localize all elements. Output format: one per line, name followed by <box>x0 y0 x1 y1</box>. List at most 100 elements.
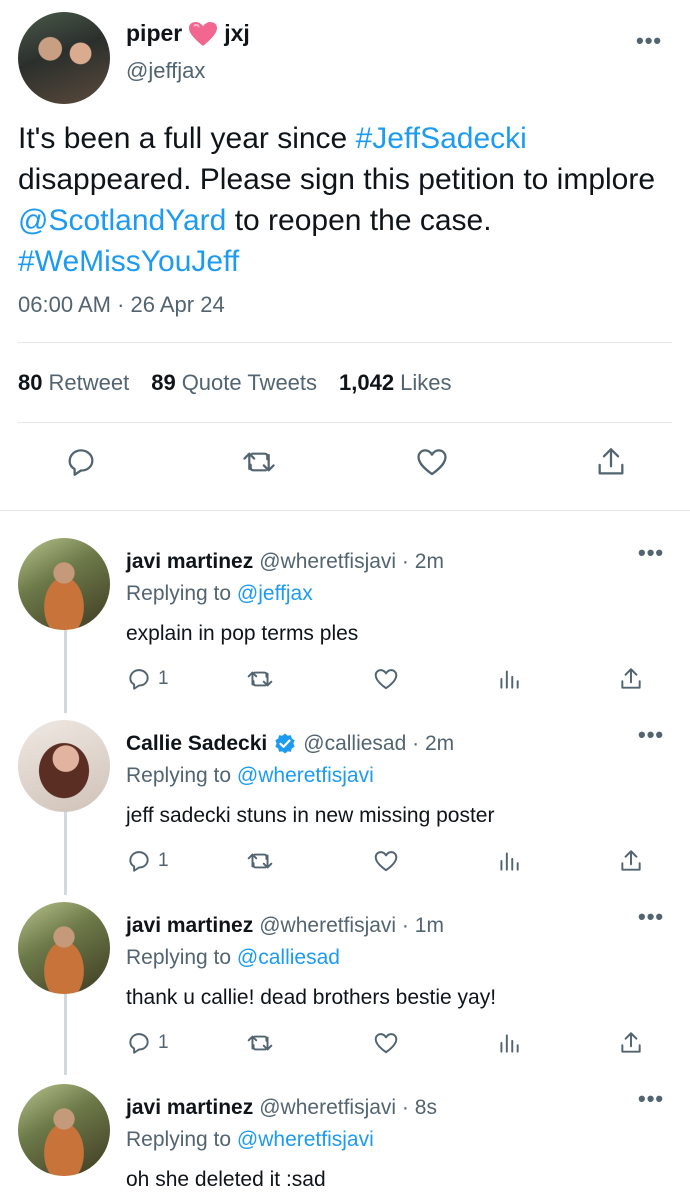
tweet-text: It's been a full year since #JeffSadecki… <box>18 118 668 282</box>
handle[interactable]: @wheretfisjavi <box>259 914 396 938</box>
mention-link[interactable]: @ScotlandYard <box>18 204 226 237</box>
avatar[interactable] <box>18 538 110 630</box>
like-icon <box>374 851 398 872</box>
handle[interactable]: @jeffjax <box>126 58 205 84</box>
avatar[interactable] <box>18 720 110 812</box>
analytics-icon <box>500 670 519 689</box>
date: 26 Apr 24 <box>130 292 225 317</box>
tweet-text-1: It's been a full year since <box>18 122 356 155</box>
more-icon[interactable]: ••• <box>636 28 662 54</box>
likes-count: 1,042 <box>339 370 395 395</box>
reply-tweet[interactable]: javi martinez @wheretfisjavi · 2m ••• Re… <box>0 526 690 706</box>
like-icon <box>374 1033 398 1054</box>
retweet-icon <box>247 853 273 869</box>
reply-text: jeff sadecki stuns in new missing poster <box>126 804 495 827</box>
display-name[interactable]: Callie Sadecki <box>126 732 267 756</box>
more-icon[interactable]: ••• <box>638 904 664 930</box>
mention-link[interactable]: @jeffjax <box>237 582 313 605</box>
analytics-button[interactable] <box>496 1030 522 1056</box>
handle[interactable]: @wheretfisjavi <box>259 1096 396 1120</box>
display-name[interactable]: javi martinez <box>126 1096 253 1120</box>
reply-actions: 1 <box>0 848 690 878</box>
reply-count: 1 <box>158 668 169 689</box>
quotes-count: 89 <box>151 370 176 395</box>
display-name-right: jxj <box>224 20 250 46</box>
reply-tweet[interactable]: javi martinez @wheretfisjavi · 8s ••• Re… <box>0 1072 690 1200</box>
avatar[interactable] <box>18 12 110 104</box>
replying-to: Replying to @calliesad <box>126 946 340 970</box>
more-icon[interactable]: ••• <box>638 540 664 566</box>
analytics-button[interactable] <box>496 666 522 692</box>
like-button[interactable] <box>414 445 450 484</box>
reply-icon <box>68 449 94 476</box>
like-button[interactable] <box>372 848 400 874</box>
handle[interactable]: @calliesad <box>303 732 406 756</box>
replying-prefix: Replying to <box>126 946 232 969</box>
avatar[interactable] <box>18 902 110 994</box>
quotes-label: Quote Tweets <box>181 370 318 395</box>
reply-count: 1 <box>158 850 169 871</box>
reply-text: thank u callie! dead brothers bestie yay… <box>126 986 497 1009</box>
timestamp[interactable]: 8s <box>415 1096 437 1120</box>
reply-tweet[interactable]: javi martinez @wheretfisjavi · 1m ••• Re… <box>0 890 690 1070</box>
timestamp[interactable]: 2m <box>415 550 444 574</box>
reply-button[interactable]: 1 <box>126 1030 169 1056</box>
reply-button[interactable] <box>64 445 98 484</box>
mention-link[interactable]: @wheretfisjavi <box>237 764 374 787</box>
more-icon[interactable]: ••• <box>638 1086 664 1112</box>
tweet-actions <box>0 445 690 485</box>
reply-tweet[interactable]: Callie Sadecki @calliesad · 2m ••• Reply… <box>0 708 690 888</box>
more-icon[interactable]: ••• <box>638 722 664 748</box>
quotes-stat[interactable]: 89 Quote Tweets <box>151 370 317 396</box>
display-name[interactable]: javi martinez <box>126 550 253 574</box>
timestamp[interactable]: 2m <box>425 732 454 756</box>
reply-button[interactable]: 1 <box>126 666 169 692</box>
reply-text: oh she deleted it :sad <box>126 1168 326 1191</box>
hashtag-link[interactable]: #JeffSadecki <box>356 122 527 155</box>
display-name[interactable]: piper jxj <box>126 20 250 47</box>
reply-icon <box>129 851 149 872</box>
reply-icon <box>129 1033 149 1054</box>
retweet-button[interactable] <box>246 666 274 692</box>
reply-button[interactable]: 1 <box>126 848 169 874</box>
share-icon <box>598 448 624 475</box>
avatar[interactable] <box>18 1084 110 1176</box>
tweet-text-2: disappeared. Please sign this petition t… <box>18 163 656 196</box>
handle[interactable]: @wheretfisjavi <box>259 550 396 574</box>
hashtag-link[interactable]: #WeMissYouJeff <box>18 245 239 278</box>
mention-link[interactable]: @wheretfisjavi <box>237 1128 374 1151</box>
like-icon <box>417 449 447 476</box>
engagement-stats: 80 Retweet 89 Quote Tweets 1,042 Likes <box>18 370 451 396</box>
retweet-button[interactable] <box>246 848 274 874</box>
retweet-icon <box>247 1035 273 1051</box>
replying-to: Replying to @wheretfisjavi <box>126 764 374 788</box>
like-button[interactable] <box>372 1030 400 1056</box>
timestamp[interactable]: 1m <box>415 914 444 938</box>
like-icon <box>374 669 398 690</box>
share-button[interactable] <box>618 666 644 692</box>
reply-icon <box>129 669 149 690</box>
mention-link[interactable]: @calliesad <box>237 946 340 969</box>
reply-header: javi martinez @wheretfisjavi · 2m <box>126 550 444 574</box>
share-button[interactable] <box>618 848 644 874</box>
timestamp[interactable]: 06:00 AM · 26 Apr 24 <box>18 292 225 318</box>
retweet-button[interactable] <box>246 1030 274 1056</box>
share-icon <box>621 1032 641 1053</box>
divider <box>18 422 672 423</box>
share-button[interactable] <box>618 1030 644 1056</box>
reply-actions: 1 <box>0 1030 690 1060</box>
like-button[interactable] <box>372 666 400 692</box>
share-button[interactable] <box>594 445 628 484</box>
separator: · <box>396 550 415 573</box>
verified-icon <box>275 733 295 754</box>
likes-stat[interactable]: 1,042 Likes <box>339 370 451 396</box>
retweet-button[interactable] <box>241 445 277 484</box>
retweets-count: 80 <box>18 370 43 395</box>
display-name[interactable]: javi martinez <box>126 914 253 938</box>
analytics-button[interactable] <box>496 848 522 874</box>
retweets-stat[interactable]: 80 Retweet <box>18 370 129 396</box>
divider <box>18 342 672 343</box>
divider <box>0 510 690 511</box>
reply-count: 1 <box>158 1032 169 1053</box>
retweet-icon <box>243 452 275 472</box>
